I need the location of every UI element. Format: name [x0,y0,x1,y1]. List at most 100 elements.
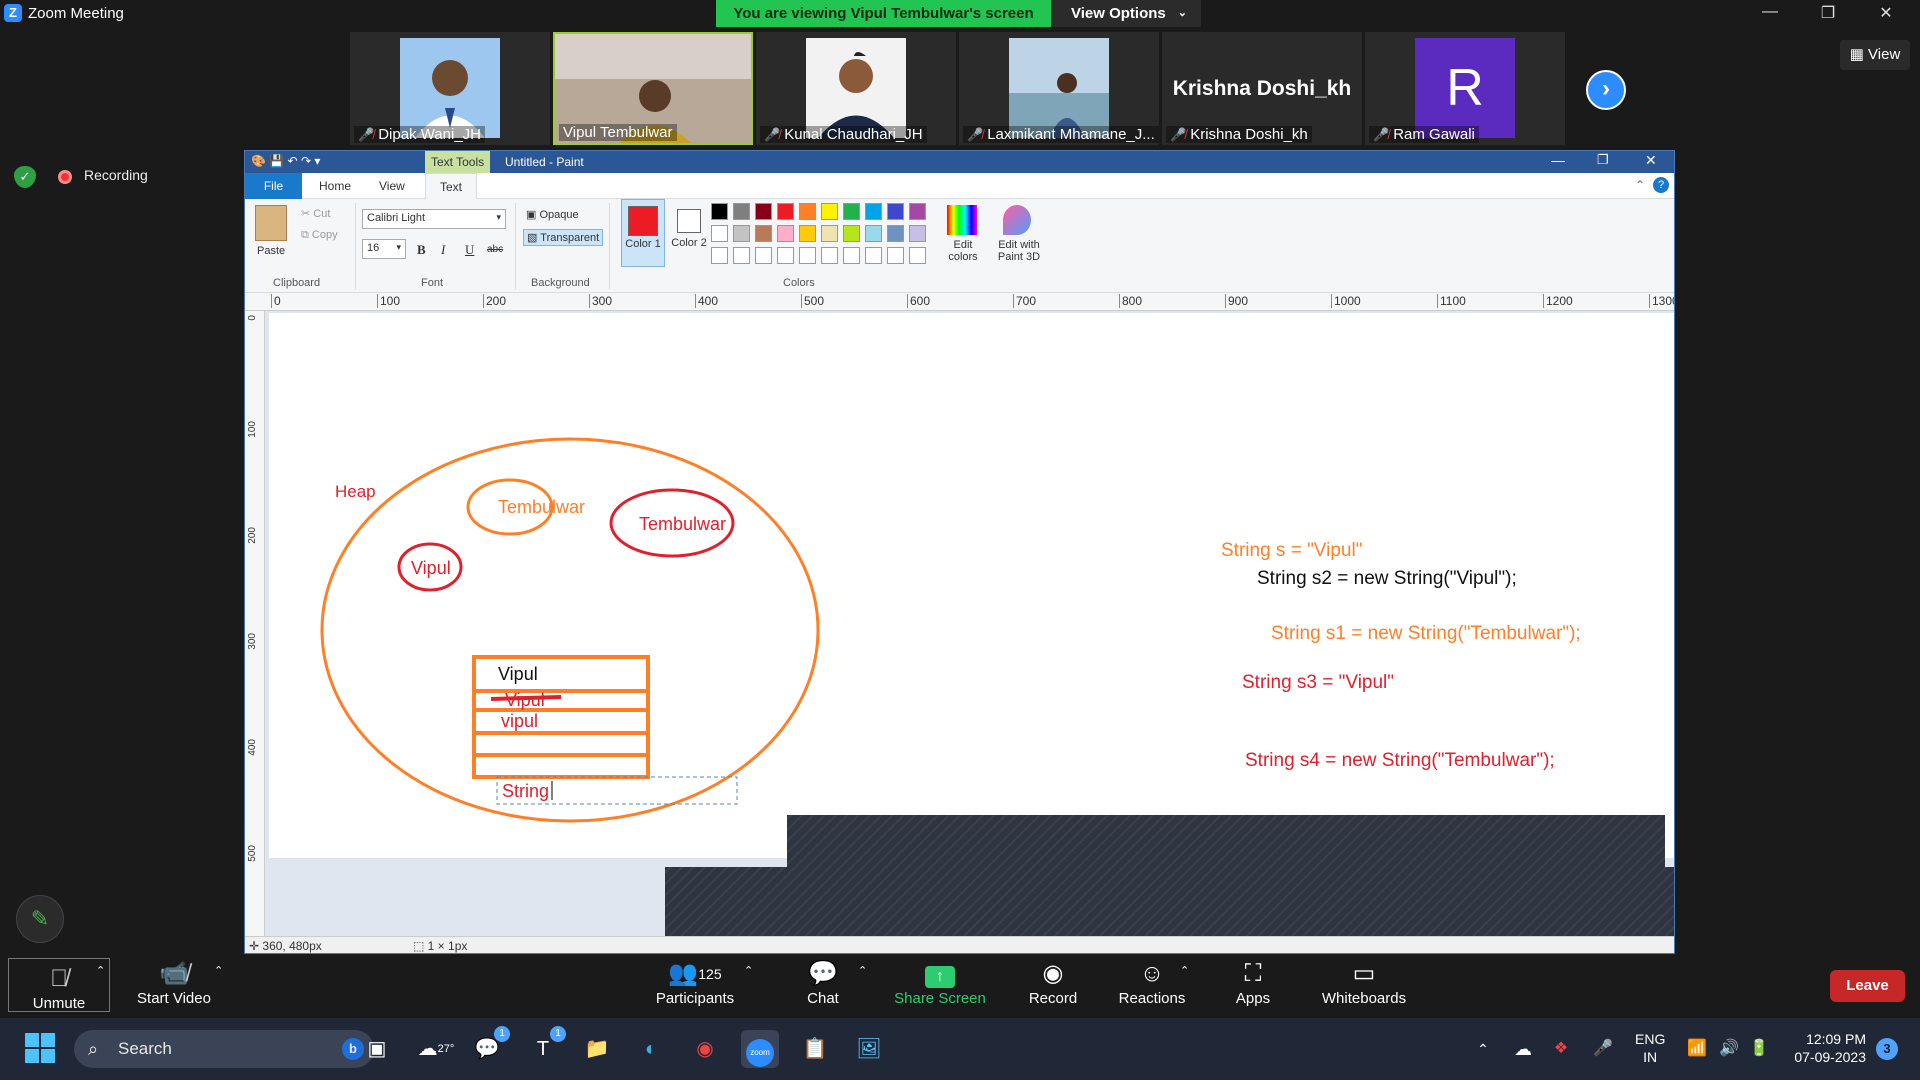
palette-swatch[interactable] [887,225,904,242]
paint-minimize-button[interactable]: — [1551,152,1565,168]
tab-text[interactable]: Text [425,173,478,199]
chevron-up-icon[interactable]: ⌃ [744,964,753,977]
view-options-button[interactable]: View Options ⌄ [1051,0,1201,27]
taskbar-search[interactable]: ⌕ Search b [74,1030,374,1068]
palette-swatch[interactable] [711,225,728,242]
dropbox-icon[interactable]: ❖ [1542,1030,1580,1068]
notepad-icon[interactable]: 📋 [796,1030,834,1068]
annotate-pen-icon[interactable]: ✎ [16,895,64,943]
edit-colors-label[interactable]: Edit colors [945,239,981,263]
battery-icon[interactable]: 🔋 [1740,1030,1778,1068]
palette-swatch[interactable] [887,247,904,264]
language-indicator[interactable]: ENG IN [1635,1030,1665,1066]
notification-badge[interactable]: 3 [1876,1038,1898,1060]
palette-swatch[interactable] [799,203,816,220]
palette-swatch[interactable] [821,203,838,220]
palette-swatch[interactable] [777,225,794,242]
palette-swatch[interactable] [755,247,772,264]
restore-button[interactable]: ❐ [1808,3,1848,25]
palette-swatch[interactable] [843,247,860,264]
unmute-button[interactable]: 🎙̸ Unmute [8,958,110,1012]
participant-tile[interactable]: 🎤̸ Dipak Wani_JH [350,32,550,145]
palette-swatch[interactable] [843,203,860,220]
security-shield-icon[interactable]: ✓ [14,166,36,188]
start-video-button[interactable]: 📹̸ Start Video [128,954,220,1018]
palette-swatch[interactable] [865,203,882,220]
palette-swatch[interactable] [777,203,794,220]
onedrive-icon[interactable]: ☁ [1504,1030,1542,1068]
tab-home[interactable]: Home [305,173,365,199]
palette-swatch[interactable] [887,203,904,220]
transparent-button[interactable]: ▧ Transparent [523,229,604,246]
quick-access-icons[interactable]: 🎨 💾 ↶ ↷ ▾ [251,154,320,168]
chevron-up-icon[interactable]: ⌃ [858,964,867,977]
teams-chat-icon[interactable]: 💬 1 [468,1026,510,1068]
share-screen-button[interactable]: ↑ Share Screen [890,954,990,1018]
chevron-up-icon[interactable]: ⌃ [96,964,105,977]
palette-swatch[interactable] [733,225,750,242]
participants-button[interactable]: 👥125 Participants [640,954,750,1018]
system-clock[interactable]: 12:09 PM 07-09-2023 [1780,1030,1866,1066]
cut-button[interactable]: ✂ Cut [301,207,330,220]
drawing-canvas[interactable]: Heap Tembulwar Tembulwar Vipul Vipul Vip… [269,313,1675,858]
chevron-up-icon[interactable]: ⌃ [214,964,223,977]
palette-swatch[interactable] [909,203,926,220]
edit-colors-icon[interactable] [947,205,977,235]
palette-swatch[interactable] [711,203,728,220]
microphone-tray-icon[interactable]: 🎤 [1584,1030,1622,1068]
chevron-up-icon[interactable]: ⌃ [1180,964,1189,977]
reactions-button[interactable]: ☺ Reactions [1116,954,1188,1018]
palette-swatch[interactable] [821,225,838,242]
bold-button[interactable]: B [417,242,426,258]
palette-swatch[interactable] [821,247,838,264]
file-explorer-icon[interactable]: 📁 [578,1030,616,1068]
italic-button[interactable]: I [441,242,445,258]
participant-tile[interactable]: Krishna Doshi_kh 🎤̸ Krishna Doshi_kh [1162,32,1362,145]
leave-button[interactable]: Leave [1830,970,1905,1002]
paint-close-button[interactable]: ✕ [1645,152,1657,169]
tab-view[interactable]: View [365,173,419,199]
collapse-ribbon-icon[interactable]: ⌃ [1635,178,1645,192]
color1-selector[interactable]: Color 1 [621,199,665,267]
minimize-button[interactable]: — [1750,3,1790,25]
task-view-icon[interactable]: ▣ [358,1030,396,1068]
participant-tile[interactable]: R 🎤̸ Ram Gawali [1365,32,1565,145]
paste-label[interactable]: Paste [257,245,285,257]
close-button[interactable]: ✕ [1866,3,1906,25]
palette-swatch[interactable] [711,247,728,264]
view-layout-button[interactable]: ▦ View [1840,40,1910,70]
edge-browser-icon[interactable]: ◐ [632,1030,670,1068]
record-button[interactable]: ◉ Record [1022,954,1084,1018]
chrome-browser-icon[interactable]: ◉ [686,1030,724,1068]
paint-app-icon[interactable]: 🖼 [850,1030,888,1068]
windows-start-icon[interactable] [24,1032,56,1064]
apps-button[interactable]: ⛶ Apps [1228,954,1278,1018]
paint3d-label[interactable]: Edit with Paint 3D [993,239,1045,263]
next-page-arrow-icon[interactable]: › [1586,70,1626,110]
opaque-button[interactable]: ▣ Opaque [523,207,582,222]
palette-swatch[interactable] [865,225,882,242]
palette-swatch[interactable] [733,247,750,264]
palette-swatch[interactable] [843,225,860,242]
chat-button[interactable]: 💬 Chat [795,954,851,1018]
paste-icon[interactable] [255,205,287,241]
zoom-app-icon[interactable]: zoom [741,1030,779,1068]
palette-swatch[interactable] [909,225,926,242]
paint-maximize-button[interactable]: ❐ [1597,152,1609,168]
palette-swatch[interactable] [799,225,816,242]
teams-icon[interactable]: T1 [524,1026,566,1068]
palette-swatch[interactable] [909,247,926,264]
color2-selector[interactable]: Color 2 [667,199,711,267]
underline-button[interactable]: U [465,242,474,258]
copy-button[interactable]: ⧉ Copy [301,229,338,242]
palette-swatch[interactable] [777,247,794,264]
palette-swatch[interactable] [865,247,882,264]
whiteboards-button[interactable]: ▭ Whiteboards [1316,954,1412,1018]
participant-tile[interactable]: 🎤̸ Laxmikant Mhamane_J... [959,32,1159,145]
participant-tile-active[interactable]: Vipul Tembulwar [553,32,753,145]
font-size-select[interactable]: 16 ▾ [362,239,406,259]
help-icon[interactable]: ? [1653,177,1669,193]
strikethrough-button[interactable]: abc [487,244,503,255]
weather-widget[interactable]: ☁27° [414,1030,458,1068]
chevron-up-icon[interactable]: ⌃ [1464,1030,1502,1068]
